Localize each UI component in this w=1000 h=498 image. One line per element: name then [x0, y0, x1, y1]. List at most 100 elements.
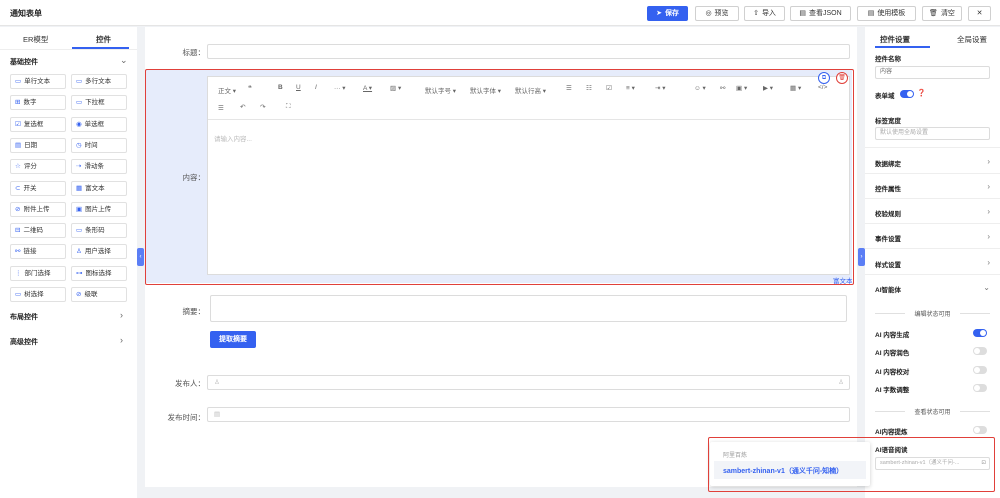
voice-select[interactable]: sambert-zhinan-v1（通义千问-... ⊡: [875, 457, 990, 470]
bold-icon[interactable]: B: [278, 84, 283, 91]
widget-icon: ▭: [76, 227, 83, 235]
label-width-input[interactable]: 默认使用全局设置: [875, 127, 990, 140]
basic-widgets-header[interactable]: 基础控件: [10, 57, 38, 67]
code-icon[interactable]: </>: [818, 84, 827, 91]
delete-icon[interactable]: 🗑: [836, 72, 848, 84]
section-widget-properties[interactable]: 控件属性 ›: [875, 182, 990, 193]
widget-item[interactable]: ◉ 单选框: [71, 116, 127, 132]
ai-polish-toggle[interactable]: [973, 347, 987, 355]
widget-item[interactable]: ⊟ 二维码: [10, 223, 66, 239]
redo-icon[interactable]: ↷: [260, 103, 265, 111]
section-data-binding[interactable]: 数据绑定 ›: [875, 157, 990, 168]
widget-item[interactable]: ☑ 复选框: [10, 116, 66, 132]
fullscreen-icon[interactable]: ⛶: [286, 103, 291, 111]
underline-icon[interactable]: U: [296, 84, 301, 91]
align-icon[interactable]: ≡ ▾: [626, 84, 635, 92]
tab-er-model[interactable]: ER模型: [23, 34, 48, 45]
font-color-icon[interactable]: A ▾: [363, 84, 372, 92]
widget-item[interactable]: ▤ 日期: [10, 137, 66, 153]
close-button[interactable]: ✕: [968, 6, 991, 21]
collapse-right-button[interactable]: ›: [858, 248, 865, 266]
undo-icon[interactable]: ↶: [240, 103, 245, 111]
todo-icon[interactable]: ☑: [606, 84, 612, 92]
widget-item[interactable]: ⊘ 附件上传: [10, 201, 66, 217]
summary-textarea[interactable]: [210, 295, 847, 322]
widget-item[interactable]: ⊂ 开关: [10, 180, 66, 196]
section-events[interactable]: 事件设置 ›: [875, 232, 990, 243]
layout-widgets-header[interactable]: 布局控件: [10, 312, 38, 322]
widget-icon: ⊘: [76, 291, 82, 298]
bullet-list-icon[interactable]: ☰: [566, 84, 572, 92]
document-icon: ▤: [799, 10, 806, 17]
widget-item[interactable]: ▭ 条形码: [71, 223, 127, 239]
clear-button[interactable]: 🗑 清空: [922, 6, 962, 21]
chevron-right-icon: ›: [987, 182, 990, 191]
ai-proofread-toggle[interactable]: [973, 366, 987, 374]
line-height-select[interactable]: 默认行高 ▾: [515, 85, 546, 95]
image-icon[interactable]: ▣ ▾: [736, 84, 747, 92]
publish-time-label: 发布时间：: [167, 413, 206, 422]
widget-item[interactable]: ⊞ 数字: [10, 95, 66, 111]
paragraph-select[interactable]: 正文 ▾: [218, 85, 236, 95]
publisher-input[interactable]: ♙ ♙: [207, 375, 850, 390]
ai-wordcount-toggle[interactable]: [973, 384, 987, 392]
copy-icon[interactable]: ⧉: [818, 72, 830, 84]
table-icon[interactable]: ▦ ▾: [790, 84, 801, 92]
ai-extract-toggle[interactable]: [973, 426, 987, 434]
tab-widget-settings[interactable]: 控件设置: [880, 34, 910, 45]
user-select-icon[interactable]: ♙: [838, 376, 844, 389]
extract-summary-button[interactable]: 提取摘要: [210, 331, 256, 348]
widget-name-input[interactable]: 内容: [875, 66, 990, 79]
italic-icon[interactable]: I: [315, 84, 317, 91]
publish-time-input[interactable]: ▤: [207, 407, 850, 422]
widget-item[interactable]: ⊘ 级联: [71, 287, 127, 302]
font-size-select[interactable]: 默认字号 ▾: [425, 85, 456, 95]
link-icon[interactable]: ⚯: [720, 84, 725, 92]
rich-text-editor[interactable]: 正文 ▾ ❝ B U I ··· ▾ A ▾ ▨ ▾ 默认字号 ▾ 默认字体 ▾…: [207, 76, 850, 275]
section-styles[interactable]: 样式设置 ›: [875, 258, 990, 269]
indent-icon[interactable]: ⇥ ▾: [655, 84, 666, 92]
dropdown-option[interactable]: sambert-zhinan-v1（通义千问-知楠）: [723, 466, 843, 476]
widget-item[interactable]: ▣ 图片上传: [71, 201, 127, 217]
save-button[interactable]: ➤ 保存: [647, 6, 688, 21]
widget-item[interactable]: ▭ 树选择: [10, 287, 66, 302]
emoji-icon[interactable]: ☺ ▾: [694, 84, 706, 92]
widget-icon: ◷: [76, 141, 82, 149]
widget-item[interactable]: ⚯ 链接: [10, 244, 66, 260]
widget-item[interactable]: ⋮ 部门选择: [10, 265, 66, 281]
use-template-button[interactable]: ▤ 使用模板: [857, 6, 916, 21]
form-field-toggle[interactable]: [900, 90, 914, 98]
more-icon[interactable]: ··· ▾: [334, 84, 346, 92]
view-json-button[interactable]: ▤ 查看JSON: [790, 6, 851, 21]
video-icon[interactable]: ▶ ▾: [763, 84, 773, 92]
widget-item[interactable]: ▭ 多行文本: [71, 74, 127, 89]
quote-icon[interactable]: ❝: [248, 84, 252, 92]
tab-global-settings[interactable]: 全局设置: [957, 34, 987, 45]
widget-item[interactable]: ▭ 下拉框: [71, 95, 127, 111]
tab-widgets[interactable]: 控件: [96, 34, 111, 45]
widget-item[interactable]: ◷ 时间: [71, 137, 127, 153]
title-input[interactable]: [207, 44, 850, 59]
divider-icon[interactable]: ☰: [218, 104, 224, 112]
section-ai-agent[interactable]: AI智能体 ⌄: [875, 283, 990, 294]
widget-item[interactable]: ⇢ 滑动条: [71, 159, 127, 175]
widget-item[interactable]: ☆ 评分: [10, 159, 66, 175]
divider: [865, 223, 1000, 224]
preview-button[interactable]: ◎ 预览: [695, 6, 739, 21]
widget-item[interactable]: ⊶ 图标选择: [71, 265, 127, 281]
content-placeholder[interactable]: 请输入内容...: [214, 133, 252, 143]
widget-item[interactable]: ▭ 单行文本: [10, 74, 66, 89]
import-button[interactable]: ⇧ 导入: [744, 6, 785, 21]
collapse-left-button[interactable]: ‹: [137, 248, 144, 266]
font-family-select[interactable]: 默认字体 ▾: [470, 85, 501, 95]
rich-text-tag: 富文本: [833, 278, 853, 285]
upload-icon: ⇧: [753, 10, 759, 17]
advanced-widgets-header[interactable]: 高级控件: [10, 337, 38, 347]
numbered-list-icon[interactable]: ☷: [586, 84, 592, 92]
widget-item[interactable]: ♙ 用户选择: [71, 244, 127, 260]
widget-item[interactable]: ▦ 富文本: [71, 180, 127, 196]
ai-generate-toggle[interactable]: [973, 329, 987, 337]
title-label: 标题：: [182, 48, 206, 57]
background-color-icon[interactable]: ▨ ▾: [390, 84, 401, 92]
section-validation[interactable]: 校验规则 ›: [875, 207, 990, 218]
